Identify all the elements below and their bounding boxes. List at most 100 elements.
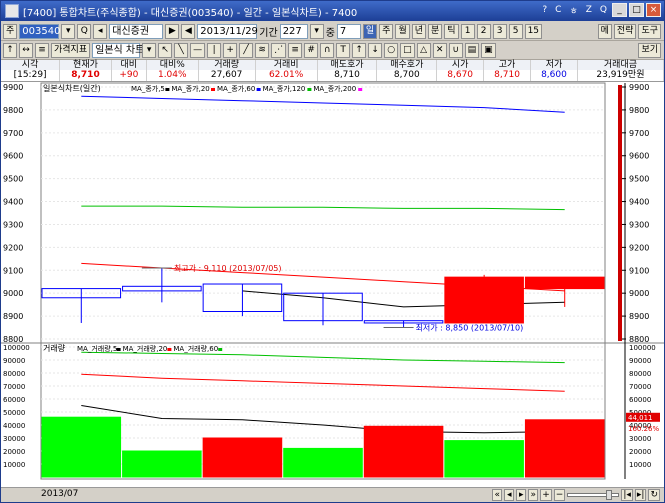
- prev-stock-icon[interactable]: ◂: [93, 23, 108, 39]
- channel-icon[interactable]: ≋: [255, 42, 270, 58]
- quote-value-row: [15:29] 8,710 +90 1.04% 27,607 62.01% 8,…: [1, 70, 665, 81]
- interval-week[interactable]: 주: [379, 23, 394, 39]
- fibo-icon[interactable]: ≡: [288, 42, 303, 58]
- view-button[interactable]: 보기: [638, 42, 661, 58]
- search-icon[interactable]: Q: [597, 5, 610, 15]
- cross-icon[interactable]: +: [223, 42, 238, 58]
- zoom-out-icon[interactable]: −: [553, 489, 566, 501]
- price-y-tick-right: 8800: [629, 335, 649, 344]
- date-input[interactable]: 2013/11/29: [197, 23, 258, 39]
- interval-3[interactable]: 3: [492, 23, 507, 39]
- fan-icon[interactable]: ⋰: [271, 42, 287, 58]
- interval-year[interactable]: 년: [411, 23, 427, 39]
- zoom-in-icon[interactable]: +: [540, 489, 552, 501]
- volume-y-tick-left: 10000: [3, 461, 25, 469]
- help-icon[interactable]: ?: [539, 5, 550, 15]
- next-page-icon[interactable]: ▶: [165, 23, 180, 39]
- zoom-slider-thumb[interactable]: [606, 490, 613, 500]
- tools-button[interactable]: 도구: [638, 23, 661, 39]
- volume-y-tick-left: 60000: [3, 396, 25, 404]
- interval-month[interactable]: 월: [395, 23, 410, 39]
- interval-tick[interactable]: 틱: [444, 23, 459, 39]
- scroll-start-icon[interactable]: «: [492, 489, 503, 501]
- grid-icon[interactable]: #: [304, 42, 319, 58]
- triangle-icon[interactable]: △: [416, 42, 431, 58]
- arrows-icon[interactable]: ↔: [19, 42, 33, 58]
- price-y-tick-right: 9600: [629, 152, 649, 161]
- volume-legend-swatch: [218, 348, 223, 351]
- price-legend-label: MA_종가,120: [263, 84, 306, 93]
- scroll-right-icon[interactable]: ▸: [516, 489, 527, 501]
- zoom-slider[interactable]: [567, 490, 620, 500]
- market-select[interactable]: 주: [3, 23, 18, 39]
- scroll-left-icon[interactable]: ◂: [504, 489, 515, 501]
- menu-button[interactable]: 메: [597, 23, 612, 39]
- period-spin-icon[interactable]: ▾: [309, 23, 324, 39]
- prev-page-icon[interactable]: ◀: [181, 23, 196, 39]
- up-arrow-icon[interactable]: ↑: [352, 42, 367, 58]
- interval-15[interactable]: 15: [524, 23, 543, 39]
- delete-icon[interactable]: ✕: [432, 42, 447, 58]
- trend-icon[interactable]: ╱: [239, 42, 254, 58]
- cursor-icon[interactable]: ↖: [158, 42, 173, 58]
- cycle-icon[interactable]: ∩: [320, 42, 335, 58]
- volume-legend-swatch: [167, 348, 172, 351]
- save-icon[interactable]: ▣: [481, 42, 496, 58]
- price-y-tick-left: 9100: [3, 266, 23, 275]
- scroll-end-icon[interactable]: »: [528, 489, 539, 501]
- price-legend-swatch: [211, 88, 215, 91]
- price-legend-label: MA_종가,5: [131, 84, 165, 93]
- link-icon[interactable]: C: [552, 5, 564, 15]
- interval-day[interactable]: 일: [362, 23, 378, 39]
- volume-bar: [444, 440, 524, 478]
- interval-minute[interactable]: 분: [428, 23, 443, 39]
- screen-icon[interactable]: ㅎ: [566, 4, 580, 17]
- code-dropdown-icon[interactable]: ▾: [61, 23, 76, 39]
- print-icon[interactable]: ▤: [464, 42, 480, 58]
- chart-type-dropdown-icon[interactable]: ▾: [142, 42, 157, 58]
- interval-1[interactable]: 1: [460, 23, 475, 39]
- circle-icon[interactable]: ○: [384, 42, 399, 58]
- refresh-icon[interactable]: ↻: [648, 489, 660, 501]
- maximize-icon[interactable]: □: [629, 3, 644, 17]
- quote-time: [15:29]: [1, 70, 61, 81]
- volume-bar: [524, 419, 605, 478]
- hline-icon[interactable]: —: [190, 42, 206, 58]
- volume-y-tick-left: 40000: [3, 422, 25, 430]
- minimize-icon[interactable]: _: [612, 3, 627, 17]
- price-y-tick-left: 9500: [3, 175, 23, 184]
- rect-icon[interactable]: □: [400, 42, 415, 58]
- price-y-tick-left: 9800: [3, 106, 23, 115]
- search-icon[interactable]: Q: [77, 23, 92, 39]
- config-icon[interactable]: ≡: [35, 42, 49, 58]
- count-input[interactable]: 7: [336, 23, 361, 39]
- line-icon[interactable]: ╲: [174, 42, 189, 58]
- last-page-icon[interactable]: ▸|: [634, 489, 647, 501]
- interval-2[interactable]: 2: [476, 23, 491, 39]
- interval-5[interactable]: 5: [508, 23, 523, 39]
- period-input[interactable]: 227: [279, 23, 308, 39]
- down-arrow-icon[interactable]: ↓: [368, 42, 383, 58]
- price-y-tick-right: 9300: [629, 220, 649, 229]
- chart-area[interactable]: 8800 8800 8900 8900 9000 9000 9100 9100 9200 9200…: [1, 82, 664, 487]
- strategy-button[interactable]: 전략: [613, 23, 637, 39]
- text-icon[interactable]: T: [336, 42, 351, 58]
- price-legend-swatch: [358, 88, 363, 91]
- first-page-icon[interactable]: |◂: [621, 489, 633, 501]
- magnet-icon[interactable]: ∪: [448, 42, 463, 58]
- volume-bar: [41, 416, 122, 478]
- size-icon[interactable]: Z: [583, 5, 595, 15]
- stock-code-input[interactable]: 003540: [19, 23, 60, 39]
- quote-header: 저가: [530, 60, 578, 70]
- price-index-button[interactable]: 가격지표: [51, 42, 91, 58]
- close-icon[interactable]: ×: [646, 3, 661, 17]
- volume-bar: [122, 450, 202, 478]
- price-y-tick-left: 9700: [3, 129, 23, 138]
- vline-icon[interactable]: |: [207, 42, 222, 58]
- quote-volume-ratio: 62.01%: [255, 70, 318, 81]
- list-icon[interactable]: ↑: [3, 42, 17, 58]
- volume-y-tick-right: 90000: [629, 357, 651, 365]
- volume-y-tick-right: 30000: [629, 435, 651, 443]
- chart-type-select[interactable]: 일본식 차트: [92, 42, 144, 58]
- chart-canvas[interactable]: 8800 8800 8900 8900 9000 9000 9100 9100 9200 9200…: [1, 82, 664, 487]
